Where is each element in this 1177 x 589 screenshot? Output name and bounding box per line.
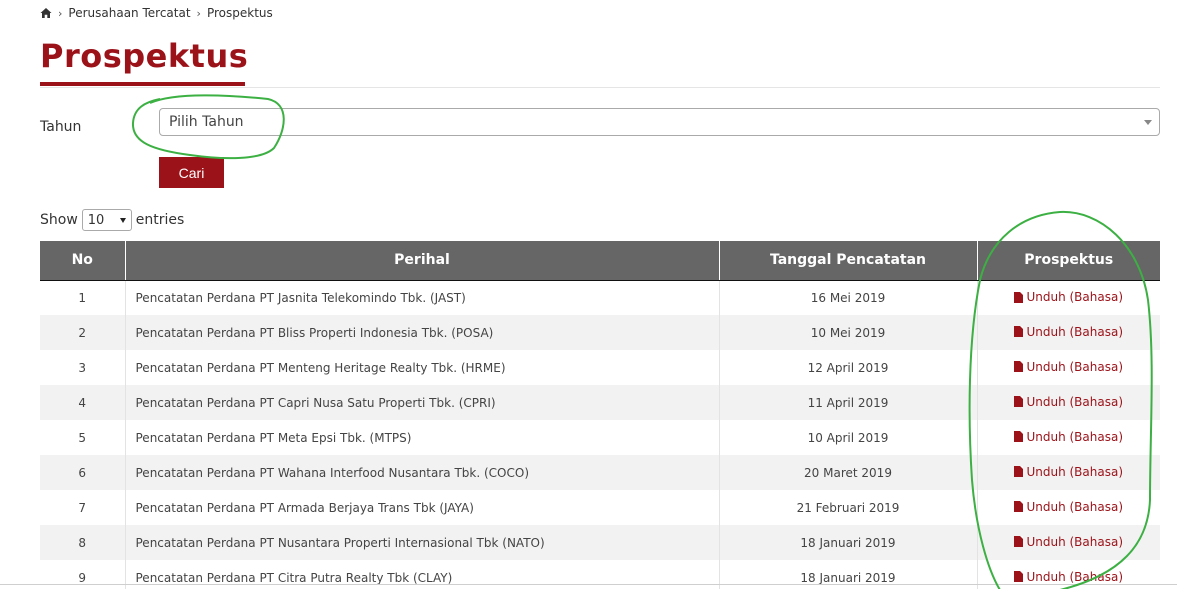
cell-tanggal: 11 April 2019 bbox=[719, 385, 978, 420]
cell-perihal: Pencatatan Perdana PT Nusantara Properti… bbox=[125, 525, 720, 560]
cell-perihal: Pencatatan Perdana PT Capri Nusa Satu Pr… bbox=[125, 385, 720, 420]
chevron-right-icon: › bbox=[58, 6, 63, 20]
download-link-label: Unduh (Bahasa) bbox=[1026, 569, 1124, 584]
cell-perihal: Pencatatan Perdana PT Meta Epsi Tbk. (MT… bbox=[125, 420, 720, 455]
cell-tanggal: 21 Februari 2019 bbox=[719, 490, 978, 525]
table-row: 4 Pencatatan Perdana PT Capri Nusa Satu P… bbox=[40, 385, 1160, 420]
column-header-no[interactable]: No bbox=[40, 241, 126, 281]
cell-perihal: Pencatatan Perdana PT Wahana Interfood N… bbox=[125, 455, 720, 490]
cell-prospektus: Unduh (Bahasa) bbox=[977, 455, 1160, 490]
download-link-label: Unduh (Bahasa) bbox=[1026, 290, 1124, 304]
title-accent-underline bbox=[40, 82, 245, 86]
cell-perihal: Pencatatan Perdana PT Armada Berjaya Tra… bbox=[125, 490, 720, 525]
cell-tanggal: 18 Januari 2019 bbox=[719, 525, 978, 560]
cell-no: 6 bbox=[40, 455, 126, 490]
cell-prospektus: Unduh (Bahasa) bbox=[977, 385, 1160, 420]
cell-prospektus: Unduh (Bahasa) bbox=[977, 420, 1160, 455]
pdf-file-icon bbox=[1014, 396, 1024, 408]
year-select-value: Pilih Tahun bbox=[169, 114, 244, 130]
download-link[interactable]: Unduh (Bahasa) bbox=[1014, 290, 1123, 304]
table-row: 5 Pencatatan Perdana PT Meta Epsi Tbk. (M… bbox=[40, 420, 1160, 455]
column-header-prospektus[interactable]: Prospektus bbox=[977, 241, 1160, 281]
breadcrumb-item-current: Prospektus bbox=[206, 6, 273, 20]
pdf-file-icon bbox=[1014, 536, 1024, 548]
download-link[interactable]: Unduh (Bahasa) bbox=[1014, 535, 1123, 549]
table-row: 1 Pencatatan Perdana PT Jasnita Telekomin… bbox=[40, 280, 1160, 315]
page-title: Prospektus bbox=[40, 37, 249, 75]
download-link[interactable]: Unduh (Bahasa) bbox=[1014, 395, 1123, 409]
table-row: 3 Pencatatan Perdana PT Menteng Heritage … bbox=[40, 350, 1160, 385]
download-link-label: Unduh (Bahasa) bbox=[1026, 429, 1124, 444]
prospectus-table: No Perihal Tanggal Pencatatan Prospektus… bbox=[40, 241, 1160, 589]
download-link-label: Unduh (Bahasa) bbox=[1026, 499, 1124, 514]
download-link-label: Unduh (Bahasa) bbox=[1026, 394, 1124, 409]
pdf-file-icon bbox=[1014, 291, 1024, 303]
table-header-row: No Perihal Tanggal Pencatatan Prospektus bbox=[40, 241, 1160, 281]
pdf-file-icon bbox=[1014, 571, 1024, 583]
cell-no: 2 bbox=[40, 315, 126, 350]
table-row: 6 Pencatatan Perdana PT Wahana Interfood … bbox=[40, 455, 1160, 490]
download-link[interactable]: Unduh (Bahasa) bbox=[1014, 465, 1123, 479]
cell-prospektus: Unduh (Bahasa) bbox=[977, 280, 1160, 315]
breadcrumb: › Perusahaan Tercatat › Prospektus bbox=[40, 5, 273, 21]
cell-no: 8 bbox=[40, 525, 126, 560]
pdf-file-icon bbox=[1014, 466, 1024, 478]
entries-label: entries bbox=[135, 212, 185, 228]
download-link-label: Unduh (Bahasa) bbox=[1026, 534, 1124, 549]
pdf-file-icon bbox=[1014, 501, 1024, 513]
dropdown-arrow-icon bbox=[1144, 120, 1152, 125]
table-row: 2 Pencatatan Perdana PT Bliss Properti In… bbox=[40, 315, 1160, 350]
chevron-right-icon: › bbox=[196, 6, 201, 20]
table-row: 8 Pencatatan Perdana PT Nusantara Propert… bbox=[40, 525, 1160, 560]
cell-prospektus: Unduh (Bahasa) bbox=[977, 525, 1160, 560]
cell-prospektus: Unduh (Bahasa) bbox=[977, 490, 1160, 525]
column-header-tanggal[interactable]: Tanggal Pencatatan bbox=[719, 241, 978, 281]
title-divider bbox=[40, 87, 1160, 88]
cell-tanggal: 20 Maret 2019 bbox=[719, 455, 978, 490]
table-row: 7 Pencatatan Perdana PT Armada Berjaya Tr… bbox=[40, 490, 1160, 525]
download-link[interactable]: Unduh (Bahasa) bbox=[1014, 430, 1123, 444]
pdf-file-icon bbox=[1014, 326, 1024, 338]
cell-no: 7 bbox=[40, 490, 126, 525]
search-button[interactable]: Cari bbox=[159, 157, 224, 188]
download-link-label: Unduh (Bahasa) bbox=[1026, 464, 1124, 479]
cell-no: 5 bbox=[40, 420, 126, 455]
cell-tanggal: 12 April 2019 bbox=[719, 350, 978, 385]
year-label: Tahun bbox=[40, 119, 82, 135]
cell-tanggal: 16 Mei 2019 bbox=[719, 280, 978, 315]
cell-no: 1 bbox=[40, 280, 126, 315]
cell-no: 3 bbox=[40, 350, 126, 385]
show-entries-control: Show 10 entries bbox=[40, 209, 184, 231]
dropdown-arrow-icon bbox=[119, 218, 126, 223]
download-link[interactable]: Unduh (Bahasa) bbox=[1014, 360, 1123, 374]
pdf-file-icon bbox=[1014, 431, 1024, 443]
year-select[interactable]: Pilih Tahun bbox=[159, 108, 1160, 136]
cell-prospektus: Unduh (Bahasa) bbox=[977, 350, 1160, 385]
column-header-perihal[interactable]: Perihal bbox=[125, 241, 720, 281]
breadcrumb-item-perusahaan[interactable]: Perusahaan Tercatat bbox=[68, 6, 190, 20]
cell-perihal: Pencatatan Perdana PT Bliss Properti Ind… bbox=[125, 315, 720, 350]
entries-length-value: 10 bbox=[87, 212, 105, 228]
cell-tanggal: 10 Mei 2019 bbox=[719, 315, 978, 350]
download-link[interactable]: Unduh (Bahasa) bbox=[1014, 570, 1123, 584]
cell-perihal: Pencatatan Perdana PT Jasnita Telekomind… bbox=[125, 280, 720, 315]
cell-no: 4 bbox=[40, 385, 126, 420]
download-link-label: Unduh (Bahasa) bbox=[1026, 324, 1124, 339]
cell-tanggal: 10 April 2019 bbox=[719, 420, 978, 455]
cell-prospektus: Unduh (Bahasa) bbox=[977, 315, 1160, 350]
viewport-bottom-divider bbox=[0, 584, 1177, 585]
cell-perihal: Pencatatan Perdana PT Menteng Heritage R… bbox=[125, 350, 720, 385]
download-link-label: Unduh (Bahasa) bbox=[1026, 359, 1124, 374]
show-label: Show bbox=[40, 212, 78, 228]
download-link[interactable]: Unduh (Bahasa) bbox=[1014, 325, 1123, 339]
entries-length-select[interactable]: 10 bbox=[81, 209, 132, 231]
home-icon[interactable] bbox=[40, 7, 52, 19]
pdf-file-icon bbox=[1014, 361, 1024, 373]
download-link[interactable]: Unduh (Bahasa) bbox=[1014, 500, 1123, 514]
